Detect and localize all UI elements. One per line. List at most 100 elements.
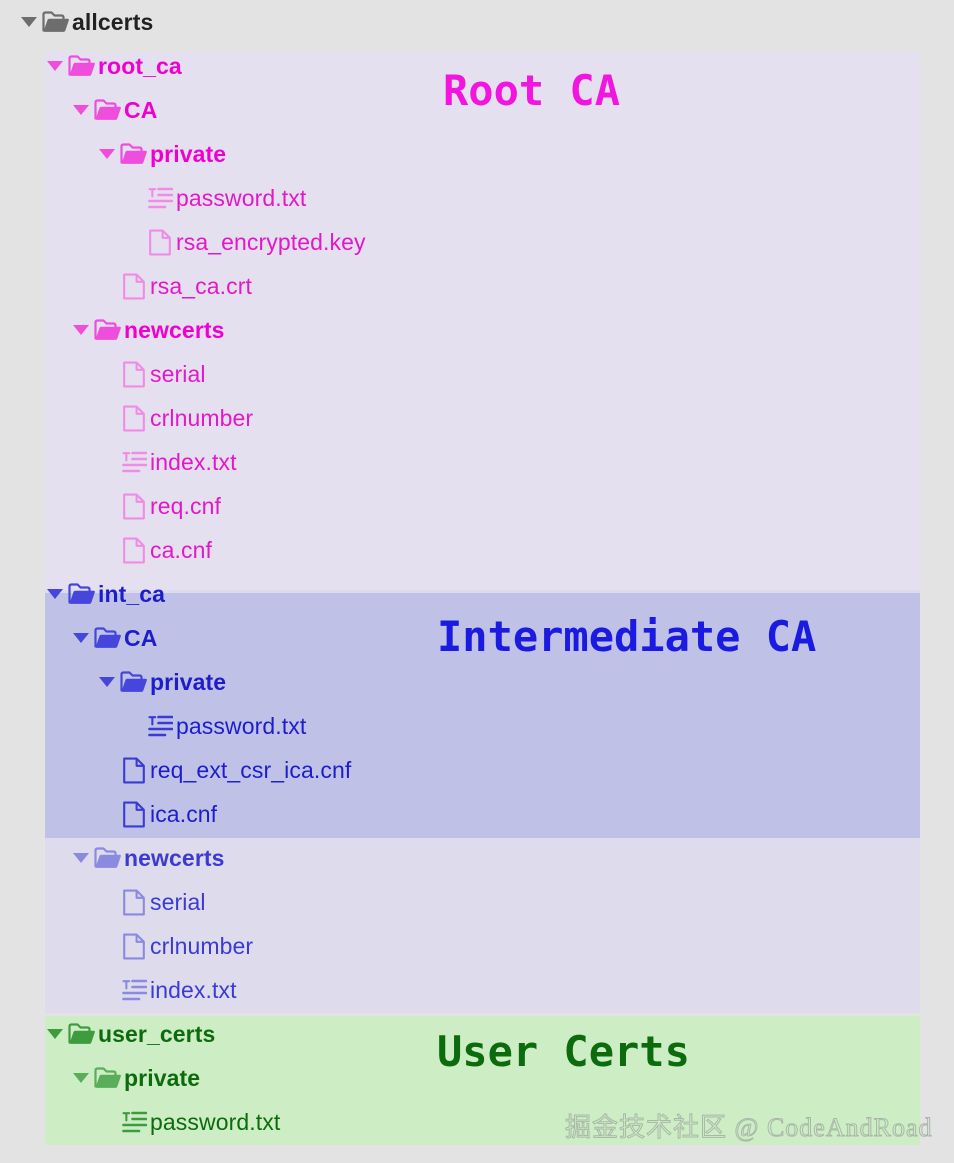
tree-item-label: ca.cnf: [150, 536, 212, 563]
chevron-down-icon[interactable]: [70, 88, 92, 132]
file-icon: [118, 528, 150, 572]
tree-item-label: newcerts: [124, 316, 225, 343]
chevron-placeholder-icon: [96, 528, 118, 572]
folder-icon: [66, 572, 98, 616]
chevron-placeholder-icon: [122, 176, 144, 220]
tree-item-label: req_ext_csr_ica.cnf: [150, 756, 352, 783]
tree-item-label: private: [150, 140, 227, 167]
tree-file-rsa-encrypted-key[interactable]: rsa_encrypted.key: [0, 220, 366, 264]
chevron-placeholder-icon: [96, 924, 118, 968]
tree-item-label: user_certs: [98, 1020, 216, 1047]
tree-file-crlnumber[interactable]: crlnumber: [0, 396, 253, 440]
folder-icon: [66, 44, 98, 88]
chevron-placeholder-icon: [96, 396, 118, 440]
folder-icon: [92, 616, 124, 660]
tree-item-label: index.txt: [150, 448, 237, 475]
tree-item-label: private: [150, 668, 227, 695]
chevron-down-icon[interactable]: [96, 132, 118, 176]
watermark: 掘金技术社区 @ CodeAndRoad: [564, 1113, 933, 1143]
file-icon: [118, 264, 150, 308]
annotation-intermediate-ca: Intermediate CA: [437, 612, 817, 661]
tree-item-label: password.txt: [150, 1108, 281, 1135]
file-icon: [118, 880, 150, 924]
file-icon: [118, 396, 150, 440]
chevron-down-icon[interactable]: [18, 0, 40, 44]
chevron-down-icon[interactable]: [70, 616, 92, 660]
tree-folder-newcerts[interactable]: newcerts: [0, 836, 225, 880]
chevron-down-icon[interactable]: [70, 308, 92, 352]
tree-file-password-txt[interactable]: password.txt: [0, 704, 306, 748]
folder-icon: [118, 660, 150, 704]
tree-file-rsa-ca-crt[interactable]: rsa_ca.crt: [0, 264, 252, 308]
chevron-placeholder-icon: [96, 880, 118, 924]
tree-item-label: private: [124, 1064, 201, 1091]
folder-icon: [40, 0, 72, 44]
file-icon: [144, 220, 176, 264]
chevron-down-icon[interactable]: [70, 1056, 92, 1100]
tree-item-label: CA: [124, 624, 158, 651]
tree-item-label: password.txt: [176, 712, 307, 739]
tree-file-req-cnf[interactable]: req.cnf: [0, 484, 221, 528]
tree-folder-int-ca[interactable]: int_ca: [0, 572, 165, 616]
tree-file-ca-cnf[interactable]: ca.cnf: [0, 528, 212, 572]
tree-item-label: allcerts: [72, 8, 154, 35]
tree-item-label: crlnumber: [150, 404, 254, 431]
chevron-placeholder-icon: [96, 1100, 118, 1144]
tree-file-index-txt[interactable]: index.txt: [0, 440, 237, 484]
folder-icon: [66, 1012, 98, 1056]
text-file-icon: [118, 440, 150, 484]
tree-item-label: ica.cnf: [150, 800, 218, 827]
chevron-placeholder-icon: [96, 264, 118, 308]
tree-file-serial[interactable]: serial: [0, 880, 206, 924]
chevron-placeholder-icon: [96, 440, 118, 484]
tree-item-label: rsa_ca.crt: [150, 272, 252, 299]
tree-folder-user-certs[interactable]: user_certs: [0, 1012, 215, 1056]
tree-item-label: int_ca: [98, 580, 166, 607]
chevron-placeholder-icon: [96, 484, 118, 528]
chevron-down-icon[interactable]: [70, 836, 92, 880]
tree-file-index-txt[interactable]: index.txt: [0, 968, 237, 1012]
tree-item-label: req.cnf: [150, 492, 222, 519]
chevron-placeholder-icon: [122, 704, 144, 748]
tree-item-label: serial: [150, 888, 206, 915]
chevron-down-icon[interactable]: [44, 1012, 66, 1056]
file-icon: [118, 748, 150, 792]
tree-item-label: newcerts: [124, 844, 225, 871]
chevron-placeholder-icon: [96, 968, 118, 1012]
tree-file-password-txt[interactable]: password.txt: [0, 1100, 280, 1144]
tree-item-label: password.txt: [176, 184, 307, 211]
folder-icon: [92, 836, 124, 880]
text-file-icon: [144, 704, 176, 748]
chevron-down-icon[interactable]: [96, 660, 118, 704]
tree-item-label: root_ca: [98, 52, 182, 79]
folder-icon: [92, 88, 124, 132]
tree-file-crlnumber[interactable]: crlnumber: [0, 924, 253, 968]
tree-file-ica-cnf[interactable]: ica.cnf: [0, 792, 217, 836]
tree-folder-root-ca[interactable]: root_ca: [0, 44, 182, 88]
chevron-down-icon[interactable]: [44, 44, 66, 88]
file-icon: [118, 792, 150, 836]
tree-folder-private[interactable]: private: [0, 132, 226, 176]
annotation-user-certs: User Certs: [437, 1027, 690, 1076]
tree-folder-newcerts[interactable]: newcerts: [0, 308, 225, 352]
chevron-placeholder-icon: [96, 352, 118, 396]
file-icon: [118, 484, 150, 528]
tree-folder-ca[interactable]: CA: [0, 88, 157, 132]
tree-item-label: serial: [150, 360, 206, 387]
folder-icon: [92, 308, 124, 352]
text-file-icon: [118, 1100, 150, 1144]
tree-folder-private[interactable]: private: [0, 660, 226, 704]
folder-icon: [118, 132, 150, 176]
tree-file-password-txt[interactable]: password.txt: [0, 176, 306, 220]
text-file-icon: [118, 968, 150, 1012]
text-file-icon: [144, 176, 176, 220]
tree-file-req-ext-csr-ica-cnf[interactable]: req_ext_csr_ica.cnf: [0, 748, 351, 792]
tree-folder-private[interactable]: private: [0, 1056, 200, 1100]
chevron-placeholder-icon: [122, 220, 144, 264]
chevron-down-icon[interactable]: [44, 572, 66, 616]
tree-item-label: index.txt: [150, 976, 237, 1003]
tree-file-serial[interactable]: serial: [0, 352, 206, 396]
annotation-root-ca: Root CA: [443, 66, 621, 115]
tree-folder-ca[interactable]: CA: [0, 616, 157, 660]
tree-folder-allcerts[interactable]: allcerts: [0, 0, 153, 44]
